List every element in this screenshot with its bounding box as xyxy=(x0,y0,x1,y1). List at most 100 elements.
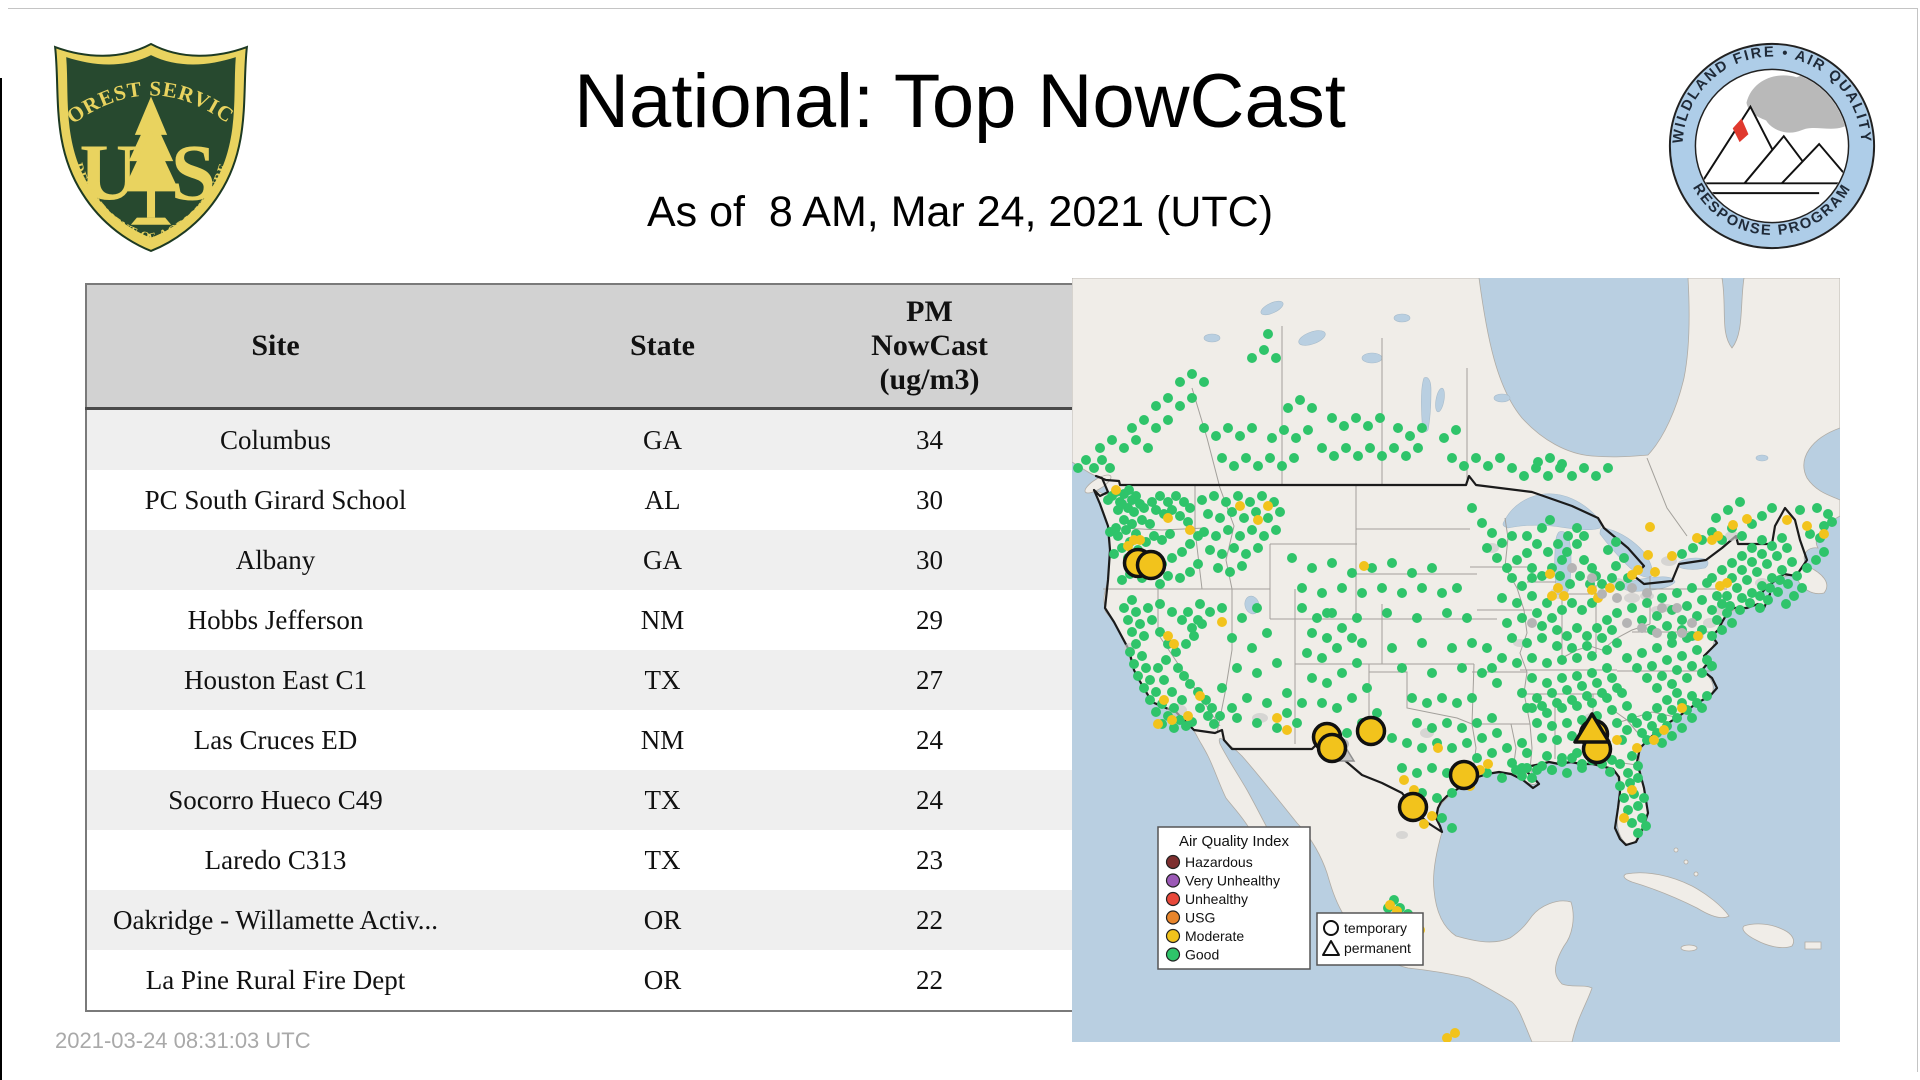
good-monitor-dot xyxy=(1687,583,1697,593)
good-monitor-dot xyxy=(1767,503,1777,513)
aqi-map: Air Quality Index Hazardous Very Unhealth… xyxy=(1071,277,1841,1043)
good-monitor-dot xyxy=(1322,633,1332,643)
good-monitor-dot xyxy=(1553,539,1563,549)
good-monitor-dot xyxy=(1688,543,1698,553)
pm-nowcast-cell: 22 xyxy=(916,964,943,995)
moderate-monitor-dot xyxy=(1359,561,1369,571)
good-monitor-dot xyxy=(1732,583,1742,593)
good-monitor-dot xyxy=(1307,628,1317,638)
good-monitor-dot xyxy=(1095,443,1105,453)
good-monitor-dot xyxy=(1252,718,1262,728)
good-monitor-dot xyxy=(1267,433,1277,443)
good-monitor-dot xyxy=(1632,663,1642,673)
good-monitor-dot xyxy=(1337,623,1347,633)
good-monitor-dot xyxy=(1763,595,1773,605)
good-monitor-dot xyxy=(1241,453,1251,463)
good-monitor-dot xyxy=(1437,588,1447,598)
good-monitor-dot xyxy=(1557,605,1567,615)
good-monitor-dot xyxy=(1557,673,1567,683)
good-monitor-dot xyxy=(1129,507,1139,517)
good-monitor-dot xyxy=(1223,525,1233,535)
good-monitor-dot xyxy=(1185,503,1195,513)
good-monitor-dot xyxy=(1382,608,1392,618)
good-monitor-dot xyxy=(1312,613,1322,623)
good-monitor-dot xyxy=(1562,547,1572,557)
good-monitor-dot xyxy=(1177,547,1187,557)
site-cell: Hobbs Jefferson xyxy=(187,604,364,635)
good-monitor-dot xyxy=(1495,453,1505,463)
good-monitor-dot xyxy=(1682,673,1692,683)
good-monitor-dot xyxy=(1597,633,1607,643)
top-site-temporary-marker xyxy=(1448,759,1480,791)
good-monitor-dot xyxy=(1712,615,1722,625)
top-site-temporary-marker xyxy=(1355,715,1387,747)
good-monitor-dot xyxy=(1303,425,1313,435)
good-monitor-dot xyxy=(1282,708,1292,718)
good-monitor-dot xyxy=(1682,601,1692,611)
good-monitor-dot xyxy=(1507,531,1517,541)
good-monitor-dot xyxy=(1707,605,1717,615)
table-row: Laredo C313 TX 23 xyxy=(86,830,1093,890)
good-monitor-dot xyxy=(1687,661,1697,671)
good-monitor-dot xyxy=(1572,653,1582,663)
good-monitor-dot xyxy=(1145,695,1155,705)
moderate-monitor-dot xyxy=(1692,533,1702,543)
good-monitor-dot xyxy=(1562,685,1572,695)
aqi-legend-swatch xyxy=(1165,891,1181,907)
pm-nowcast-cell: 30 xyxy=(916,484,943,515)
good-monitor-dot xyxy=(1619,553,1629,563)
good-monitor-dot xyxy=(1672,713,1682,723)
table-row: PC South Girard School AL 30 xyxy=(86,470,1093,530)
good-monitor-dot xyxy=(1205,545,1215,555)
good-monitor-dot xyxy=(1247,643,1257,653)
good-monitor-dot xyxy=(1347,568,1357,578)
moderate-monitor-dot xyxy=(1819,529,1829,539)
moderate-monitor-dot xyxy=(1547,591,1557,601)
good-monitor-dot xyxy=(1572,671,1582,681)
moderate-monitor-dot xyxy=(1645,522,1655,532)
good-monitor-dot xyxy=(1745,598,1755,608)
good-monitor-dot xyxy=(1342,728,1352,738)
moderate-monitor-dot xyxy=(1559,591,1569,601)
good-monitor-dot xyxy=(1742,575,1752,585)
aqi-legend-swatch xyxy=(1165,854,1181,870)
good-monitor-dot xyxy=(1773,587,1783,597)
good-monitor-dot xyxy=(1562,631,1572,641)
good-monitor-dot xyxy=(1163,415,1173,425)
good-monitor-dot xyxy=(1459,461,1469,471)
good-monitor-dot xyxy=(1171,491,1181,501)
good-monitor-dot xyxy=(1633,773,1643,783)
good-monitor-dot xyxy=(1567,643,1577,653)
good-monitor-dot xyxy=(1167,607,1177,617)
good-monitor-dot xyxy=(1603,545,1613,555)
good-monitor-dot xyxy=(1327,558,1337,568)
good-monitor-dot xyxy=(1633,761,1643,771)
moderate-monitor-dot xyxy=(1183,711,1193,721)
moderate-monitor-dot xyxy=(1195,691,1205,701)
good-monitor-dot xyxy=(1642,598,1652,608)
good-monitor-dot xyxy=(1253,461,1263,471)
good-monitor-dot xyxy=(1562,718,1572,728)
moderate-monitor-dot xyxy=(1217,617,1227,627)
good-monitor-dot xyxy=(1141,663,1151,673)
good-monitor-dot xyxy=(1167,553,1177,563)
good-monitor-dot xyxy=(1532,539,1542,549)
good-monitor-dot xyxy=(1577,681,1587,691)
good-monitor-dot xyxy=(1555,571,1565,581)
permanent-label: permanent xyxy=(1344,940,1411,956)
moderate-monitor-dot xyxy=(1135,535,1145,545)
good-monitor-dot xyxy=(1139,683,1149,693)
frame-right-line xyxy=(1917,8,1918,1072)
good-monitor-dot xyxy=(1537,523,1547,533)
symbol-legend: temporary permanent xyxy=(1316,912,1424,966)
good-monitor-dot xyxy=(1517,738,1527,748)
good-monitor-dot xyxy=(1272,658,1282,668)
dashboard-slide: FOREST SERVICE U S DEPARTMENT OF AGRICUL… xyxy=(0,0,1920,1080)
good-monitor-dot xyxy=(1452,698,1462,708)
top-site-temporary-marker xyxy=(1316,732,1348,764)
good-monitor-dot xyxy=(1537,761,1547,771)
good-monitor-dot xyxy=(1217,683,1227,693)
good-monitor-dot xyxy=(1611,537,1621,547)
good-monitor-dot xyxy=(1697,668,1707,678)
good-monitor-dot xyxy=(1579,531,1589,541)
